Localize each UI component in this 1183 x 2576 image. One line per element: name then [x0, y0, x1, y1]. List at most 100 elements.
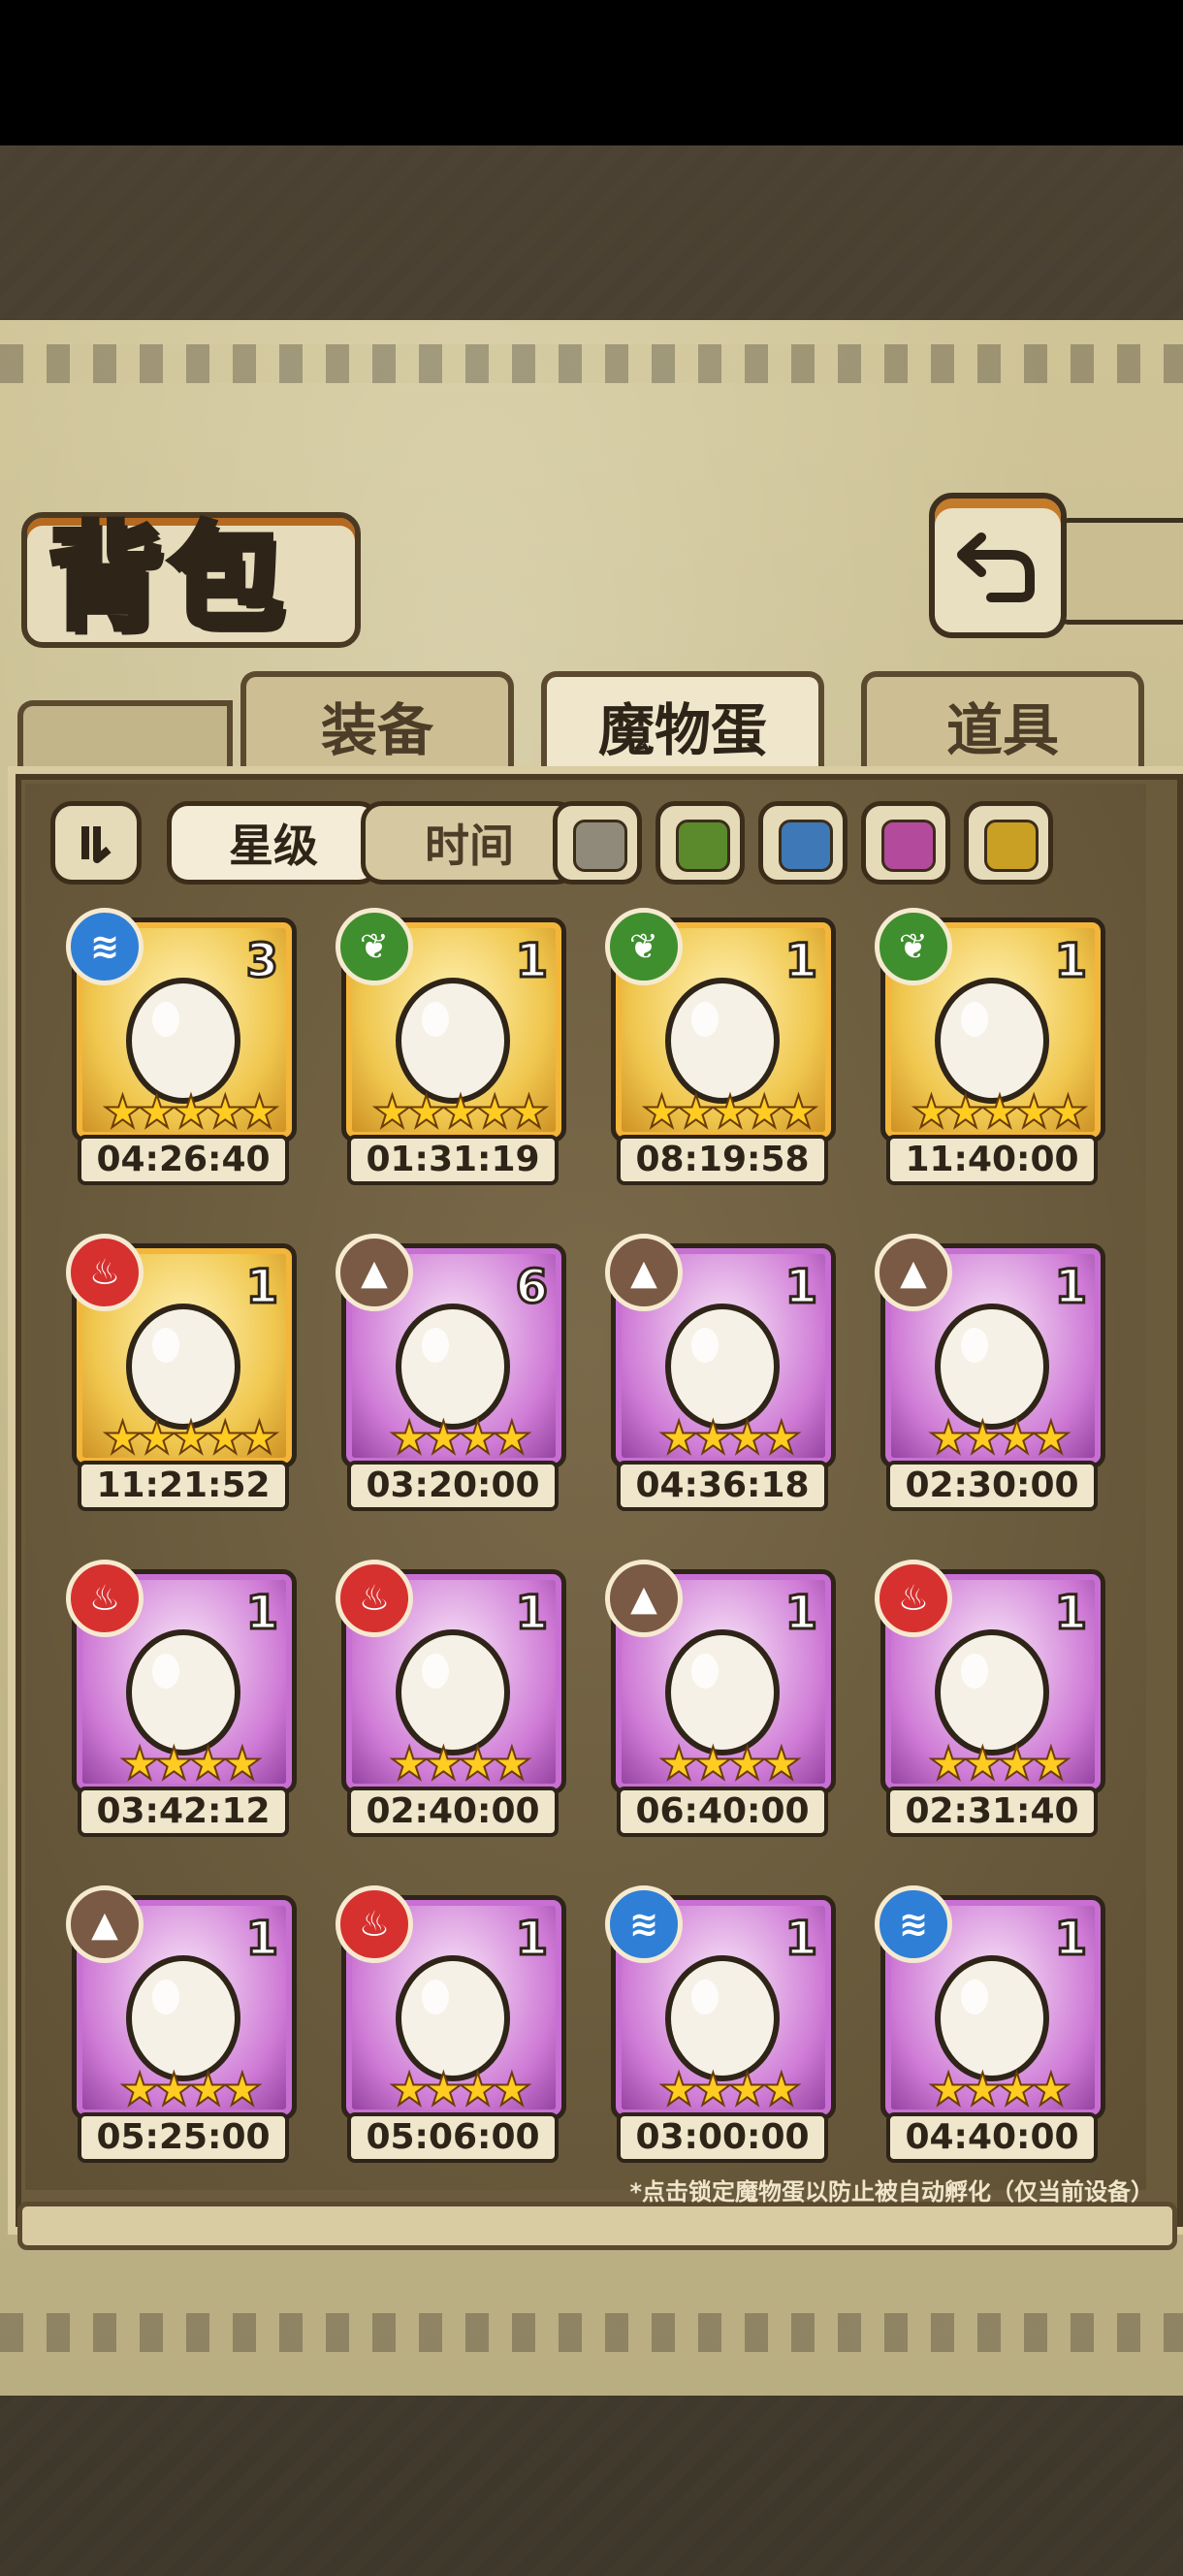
egg-card[interactable]: 1 ★★★★ ▲ 02:30:00 — [875, 1234, 1105, 1511]
hatch-timer: 03:20:00 — [347, 1461, 559, 1511]
tabs-bar: 装备 魔物蛋 道具 — [17, 671, 1167, 774]
tabs-edge — [17, 700, 233, 774]
sort-by-star-button[interactable]: 星级 — [167, 801, 380, 885]
egg-count: 6 — [514, 1259, 549, 1316]
filter-green-button[interactable] — [655, 801, 745, 885]
star-rating: ★★★★★ — [911, 1084, 1089, 1138]
hatch-timer: 04:40:00 — [886, 2112, 1098, 2163]
page-title: 背包 — [46, 508, 290, 648]
egg-card[interactable]: 1 ★★★★★ ❦ 01:31:19 — [336, 908, 566, 1185]
star-rating: ★★★★ — [658, 1736, 803, 1789]
grey-swatch — [573, 820, 627, 872]
egg-count: 1 — [514, 933, 549, 990]
banner-zigzag-top — [0, 344, 1183, 383]
filter-grey-button[interactable] — [553, 801, 642, 885]
star-rating: ★★★★ — [928, 1410, 1072, 1464]
star-rating: ★★★★ — [119, 1736, 264, 1789]
hatch-timer: 05:25:00 — [78, 2112, 289, 2163]
water-element-icon: ≋ — [605, 1885, 683, 1963]
tab-equipment[interactable]: 装备 — [240, 671, 514, 774]
egg-count: 1 — [244, 1585, 279, 1642]
hatch-timer: 02:40:00 — [347, 1787, 559, 1837]
egg-card[interactable]: 1 ★★★★★ ❦ 08:19:58 — [605, 908, 836, 1185]
egg-card[interactable]: 1 ★★★★★ ❦ 11:40:00 — [875, 908, 1105, 1185]
hatch-timer: 03:00:00 — [617, 2112, 828, 2163]
grass-element-icon: ❦ — [336, 908, 413, 985]
egg-count: 1 — [1053, 933, 1088, 990]
egg-card[interactable]: 1 ★★★★ ▲ 05:25:00 — [66, 1885, 297, 2163]
egg-card[interactable]: 1 ★★★★ ♨ 03:42:12 — [66, 1560, 297, 1837]
water-element-icon: ≋ — [875, 1885, 952, 1963]
grass-element-icon: ❦ — [875, 908, 952, 985]
star-rating: ★★★★ — [658, 1410, 803, 1464]
star-rating: ★★★★ — [658, 2062, 803, 2115]
egg-card[interactable]: 6 ★★★★ ▲ 03:20:00 — [336, 1234, 566, 1511]
hatch-timer: 05:06:00 — [347, 2112, 559, 2163]
hatch-timer: 06:40:00 — [617, 1787, 828, 1837]
hatch-timer: 03:42:12 — [78, 1787, 289, 1837]
egg-count: 1 — [783, 1585, 818, 1642]
earth-element-icon: ▲ — [66, 1885, 144, 1963]
star-rating: ★★★★★ — [102, 1084, 280, 1138]
fire-element-icon: ♨ — [66, 1560, 144, 1637]
panel-bottom-rail — [17, 2202, 1177, 2250]
banner-zigzag-bottom — [0, 2313, 1183, 2352]
green-swatch — [676, 820, 730, 872]
hatch-timer: 08:19:58 — [617, 1135, 828, 1185]
blue-swatch — [779, 820, 833, 872]
egg-count: 1 — [514, 1911, 549, 1968]
fire-element-icon: ♨ — [66, 1234, 144, 1311]
sort-icon — [81, 826, 112, 863]
filter-blue-button[interactable] — [758, 801, 847, 885]
hatch-timer: 02:30:00 — [886, 1461, 1098, 1511]
egg-card[interactable]: 1 ★★★★ ≋ 03:00:00 — [605, 1885, 836, 2163]
egg-card[interactable]: 3 ★★★★★ ≋ 04:26:40 — [66, 908, 297, 1185]
filter-row: 星级 时间 — [50, 801, 1136, 885]
egg-card[interactable]: 1 ★★★★ ▲ 06:40:00 — [605, 1560, 836, 1837]
star-rating: ★★★★★ — [102, 1410, 280, 1464]
egg-count: 1 — [1053, 1911, 1088, 1968]
egg-count: 1 — [514, 1585, 549, 1642]
hatch-timer: 11:21:52 — [78, 1461, 289, 1511]
egg-card[interactable]: 1 ★★★★ ♨ 02:40:00 — [336, 1560, 566, 1837]
hatch-timer: 04:26:40 — [78, 1135, 289, 1185]
sort-toggle-button[interactable] — [50, 801, 142, 885]
yellow-swatch — [984, 820, 1039, 872]
hatch-timer: 02:31:40 — [886, 1787, 1098, 1837]
tab-items[interactable]: 道具 — [861, 671, 1144, 774]
fire-element-icon: ♨ — [336, 1885, 413, 1963]
sort-by-time-button[interactable]: 时间 — [361, 801, 578, 885]
hatch-timer: 11:40:00 — [886, 1135, 1098, 1185]
hatch-timer: 04:36:18 — [617, 1461, 828, 1511]
egg-card[interactable]: 1 ★★★★★ ♨ 11:21:52 — [66, 1234, 297, 1511]
star-rating: ★★★★ — [389, 1410, 533, 1464]
back-button[interactable] — [929, 493, 1067, 638]
star-rating: ★★★★ — [119, 2062, 264, 2115]
star-rating: ★★★★★ — [641, 1084, 819, 1138]
egg-card[interactable]: 1 ★★★★ ▲ 04:36:18 — [605, 1234, 836, 1511]
filter-pink-button[interactable] — [861, 801, 950, 885]
fire-element-icon: ♨ — [875, 1560, 952, 1637]
status-bar — [0, 0, 1183, 145]
egg-count: 1 — [244, 1259, 279, 1316]
egg-count: 1 — [783, 1911, 818, 1968]
earth-element-icon: ▲ — [875, 1234, 952, 1311]
tab-monster-eggs[interactable]: 魔物蛋 — [541, 671, 824, 774]
egg-card[interactable]: 1 ★★★★ ♨ 02:31:40 — [875, 1560, 1105, 1837]
egg-card[interactable]: 1 ★★★★ ♨ 05:06:00 — [336, 1885, 566, 2163]
egg-count: 1 — [783, 1259, 818, 1316]
egg-count: 3 — [244, 933, 279, 990]
back-arrow-icon — [957, 532, 1035, 602]
grass-element-icon: ❦ — [605, 908, 683, 985]
egg-count: 1 — [244, 1911, 279, 1968]
egg-card[interactable]: 1 ★★★★ ≋ 04:40:00 — [875, 1885, 1105, 2163]
star-rating: ★★★★ — [928, 1736, 1072, 1789]
pink-swatch — [881, 820, 936, 872]
star-rating: ★★★★ — [389, 2062, 533, 2115]
star-rating: ★★★★★ — [371, 1084, 550, 1138]
earth-element-icon: ▲ — [336, 1234, 413, 1311]
lock-hint: *点击锁定魔物蛋以防止被自动孵化（仅当前设备） — [629, 2178, 1154, 2206]
egg-count: 1 — [1053, 1585, 1088, 1642]
filter-yellow-button[interactable] — [964, 801, 1053, 885]
egg-count: 1 — [783, 933, 818, 990]
